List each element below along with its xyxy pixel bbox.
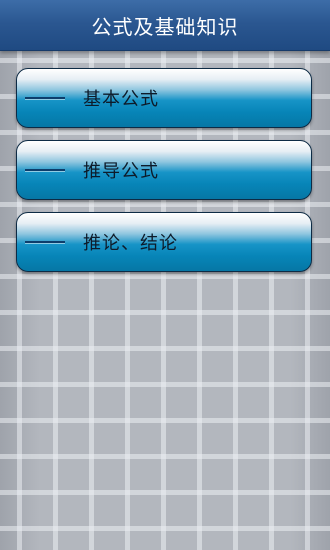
menu-label: 基本公式: [83, 89, 159, 110]
menu-button-corollaries[interactable]: 推论、结论: [16, 212, 312, 272]
menu-button-basic-formulas[interactable]: 基本公式: [16, 68, 312, 128]
dash-icon: [25, 241, 65, 243]
app-screen: 公式及基础知识 基本公式 推导公式 推论、结论: [0, 0, 330, 550]
menu-label: 推导公式: [83, 161, 159, 182]
menu-button-derived-formulas[interactable]: 推导公式: [16, 140, 312, 200]
title-bar: 公式及基础知识: [0, 0, 330, 51]
dash-icon: [25, 97, 65, 99]
menu-label: 推论、结论: [83, 233, 178, 254]
page-title: 公式及基础知识: [91, 14, 239, 39]
dash-icon: [25, 169, 65, 171]
topic-menu: 基本公式 推导公式 推论、结论: [16, 68, 314, 284]
